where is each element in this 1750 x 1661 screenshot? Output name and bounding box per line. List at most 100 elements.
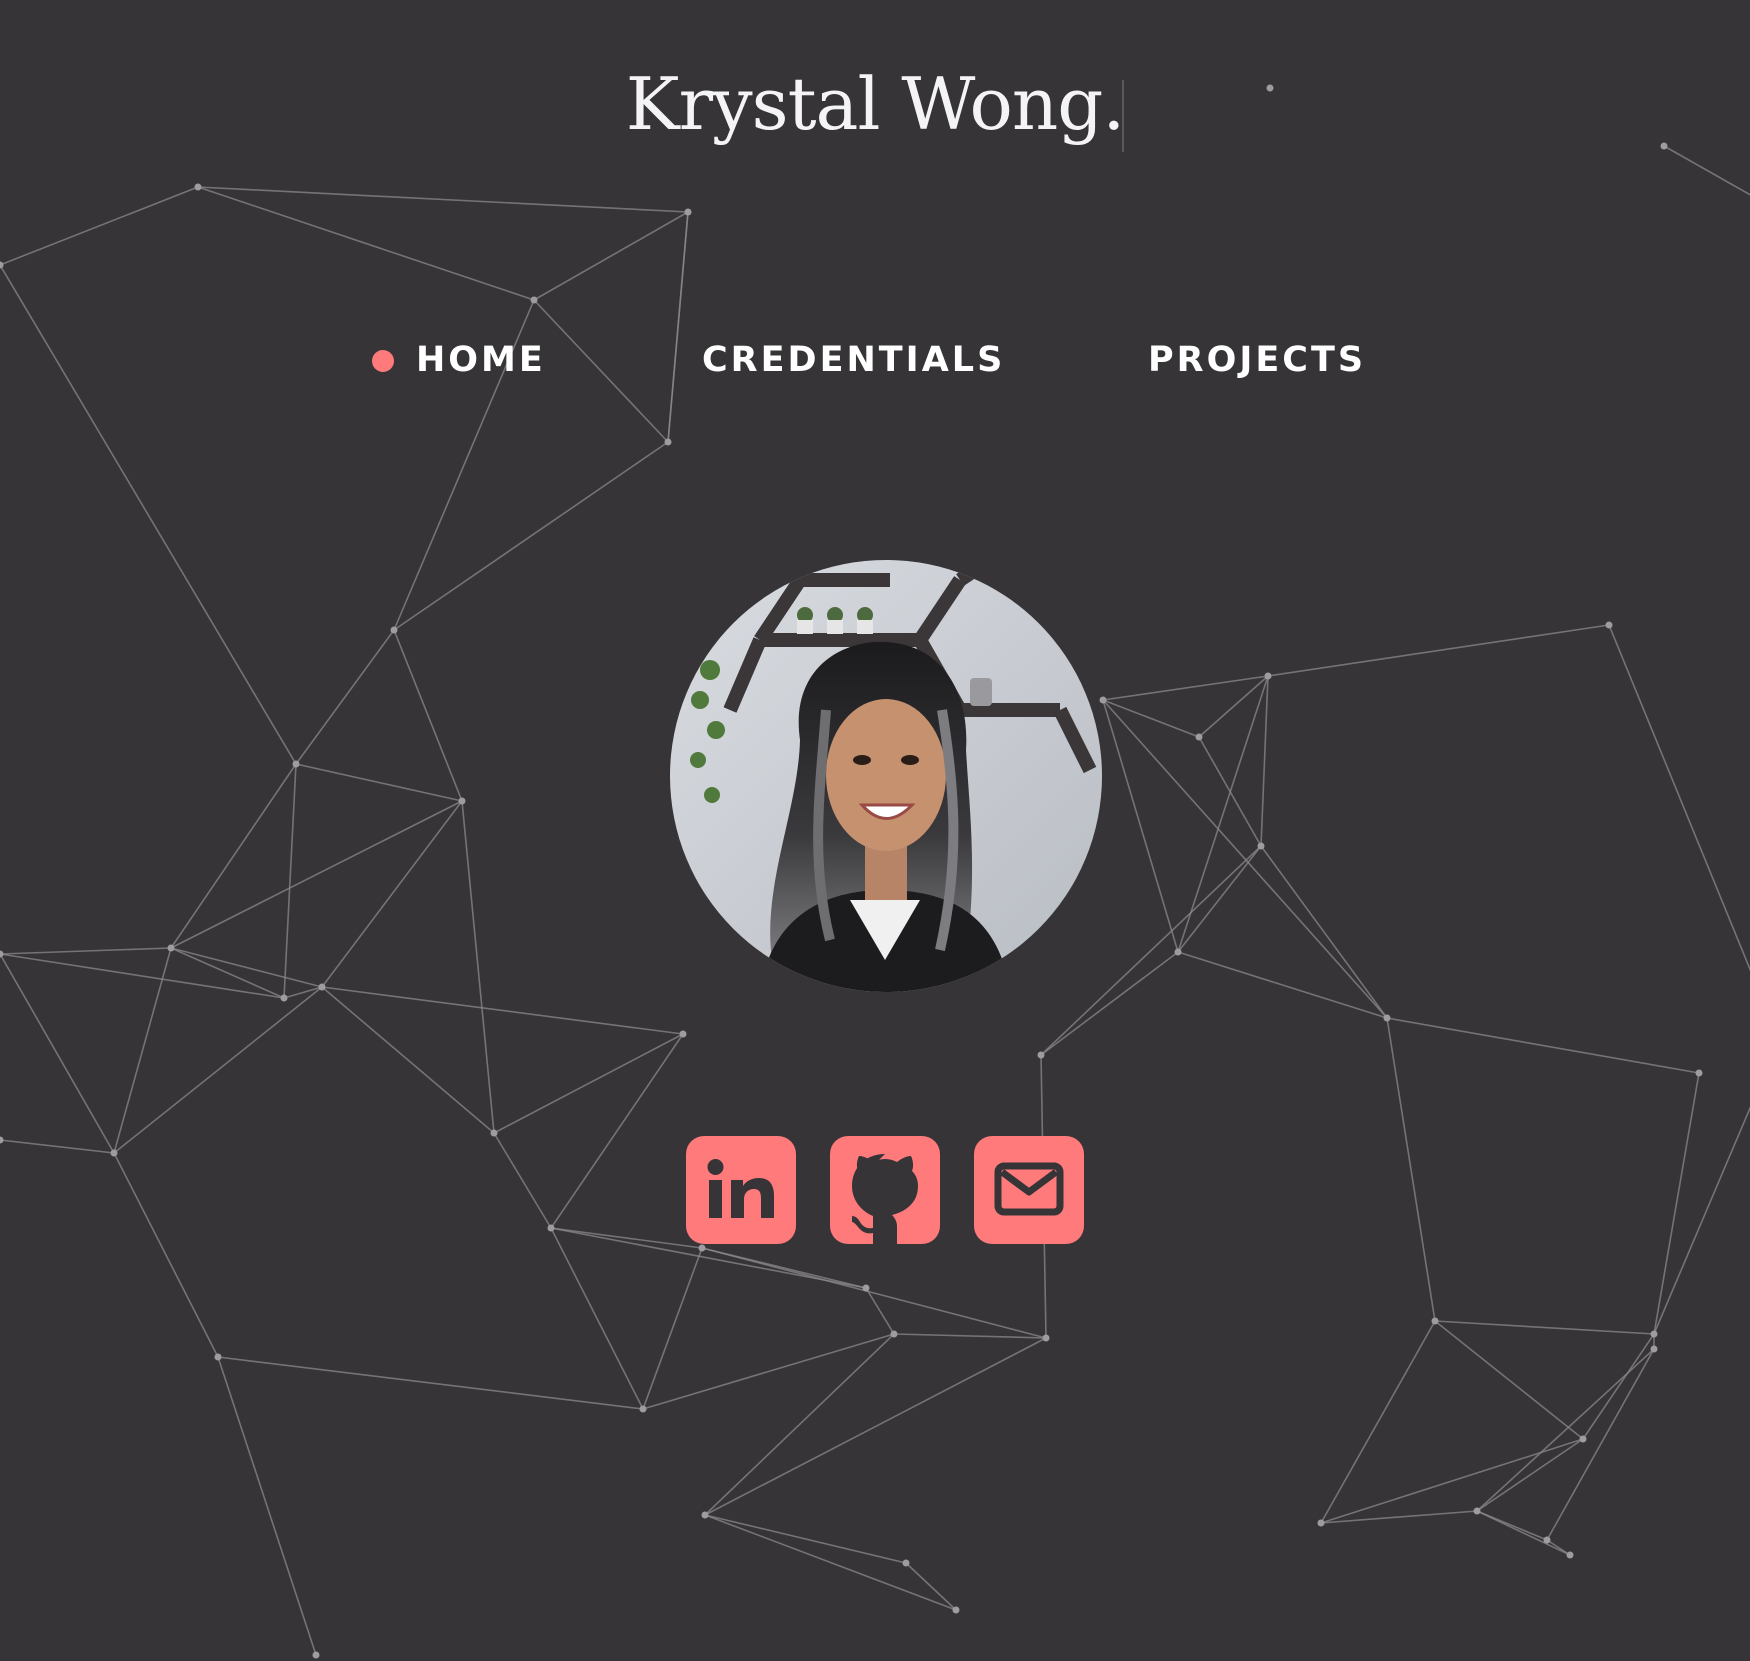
network-node (664, 438, 672, 446)
email-icon[interactable] (974, 1136, 1084, 1244)
network-line (1320, 1510, 1478, 1524)
network-line (1102, 699, 1179, 953)
linkedin-icon[interactable] (686, 1136, 796, 1244)
network-line (1040, 951, 1179, 1056)
network-node (280, 994, 288, 1002)
nav-credentials[interactable]: CREDENTIALS (702, 336, 1005, 384)
network-node (1431, 1317, 1439, 1325)
nav-credentials-label: CREDENTIALS (702, 340, 1006, 380)
network-line (1434, 1320, 1655, 1335)
network-line (1476, 1510, 1548, 1541)
network-node (639, 1405, 647, 1413)
network-line (642, 1247, 703, 1410)
network-line (1476, 1438, 1584, 1512)
network-node (530, 296, 538, 304)
network-line (1177, 675, 1269, 953)
network-line (295, 763, 463, 802)
main-nav: HOME CREDENTIALS PROJECTS (0, 336, 1750, 386)
network-node (684, 208, 692, 216)
network-node (318, 983, 326, 991)
network-line (321, 986, 684, 1035)
github-icon[interactable] (830, 1136, 940, 1244)
network-line (1546, 1348, 1655, 1541)
nav-home-label: HOME (416, 340, 546, 380)
network-line (1102, 675, 1269, 701)
nav-home[interactable]: HOME (372, 336, 546, 384)
network-node (167, 944, 175, 952)
network-node (1566, 1551, 1574, 1559)
network-line (197, 186, 689, 213)
network-line (321, 800, 463, 988)
network-line (197, 186, 535, 301)
network-node (679, 1030, 687, 1038)
network-node (458, 797, 466, 805)
network-node (1037, 1051, 1045, 1059)
network-line (217, 1356, 317, 1656)
network-line (0, 947, 172, 955)
typing-cursor (1122, 80, 1124, 152)
network-node (1579, 1435, 1587, 1443)
network-line (550, 1227, 644, 1410)
network-line (1177, 951, 1388, 1019)
network-line (0, 186, 199, 266)
network-node (0, 261, 4, 269)
network-node (1257, 842, 1265, 850)
network-line (493, 1033, 684, 1134)
network-node (902, 1559, 910, 1567)
network-node (952, 1606, 960, 1614)
network-node (1650, 1345, 1658, 1353)
network-node (194, 183, 202, 191)
network-line (667, 211, 689, 443)
active-indicator-dot (372, 350, 394, 372)
social-links (0, 1136, 1750, 1246)
network-node (890, 1330, 898, 1338)
network-line (461, 800, 495, 1134)
network-line (1260, 845, 1388, 1019)
network-line (393, 629, 463, 802)
network-line (642, 1333, 895, 1410)
network-node (312, 1651, 320, 1659)
network-line (295, 629, 395, 765)
network-line (1434, 1320, 1584, 1440)
network-node (1473, 1507, 1481, 1515)
network-node (1695, 1069, 1703, 1077)
network-node (1042, 1334, 1050, 1342)
network-line (113, 986, 323, 1154)
site-title: Krystal Wong. (625, 62, 1125, 146)
network-node (390, 626, 398, 634)
network-line (170, 763, 297, 949)
network-line (1546, 1539, 1571, 1556)
network-line (893, 1333, 1047, 1339)
network-node (1650, 1330, 1658, 1338)
network-node (0, 950, 4, 958)
network-line (1663, 145, 1750, 196)
network-line (704, 1337, 1047, 1516)
nav-projects[interactable]: PROJECTS (1148, 336, 1366, 384)
network-node (1174, 948, 1182, 956)
network-line (704, 1514, 957, 1611)
network-line (704, 1333, 895, 1516)
network-line (283, 763, 297, 999)
network-line (533, 211, 689, 301)
network-line (0, 953, 115, 1154)
network-line (1476, 1348, 1655, 1512)
network-line (1608, 624, 1750, 972)
profile-photo (670, 560, 1102, 992)
network-node (292, 760, 300, 768)
network-line (393, 441, 669, 631)
network-node (1605, 621, 1613, 629)
network-line (1102, 699, 1200, 738)
network-line (701, 1247, 1047, 1339)
network-line (217, 1356, 644, 1410)
network-node (1195, 733, 1203, 741)
network-line (1582, 1333, 1655, 1440)
network-line (704, 1514, 907, 1564)
nav-projects-label: PROJECTS (1148, 340, 1367, 380)
network-node (1383, 1014, 1391, 1022)
network-node (701, 1511, 709, 1519)
network-line (1267, 624, 1610, 677)
network-node (214, 1353, 222, 1361)
network-line (170, 800, 463, 949)
network-line (1386, 1017, 1700, 1074)
network-line (0, 953, 285, 999)
